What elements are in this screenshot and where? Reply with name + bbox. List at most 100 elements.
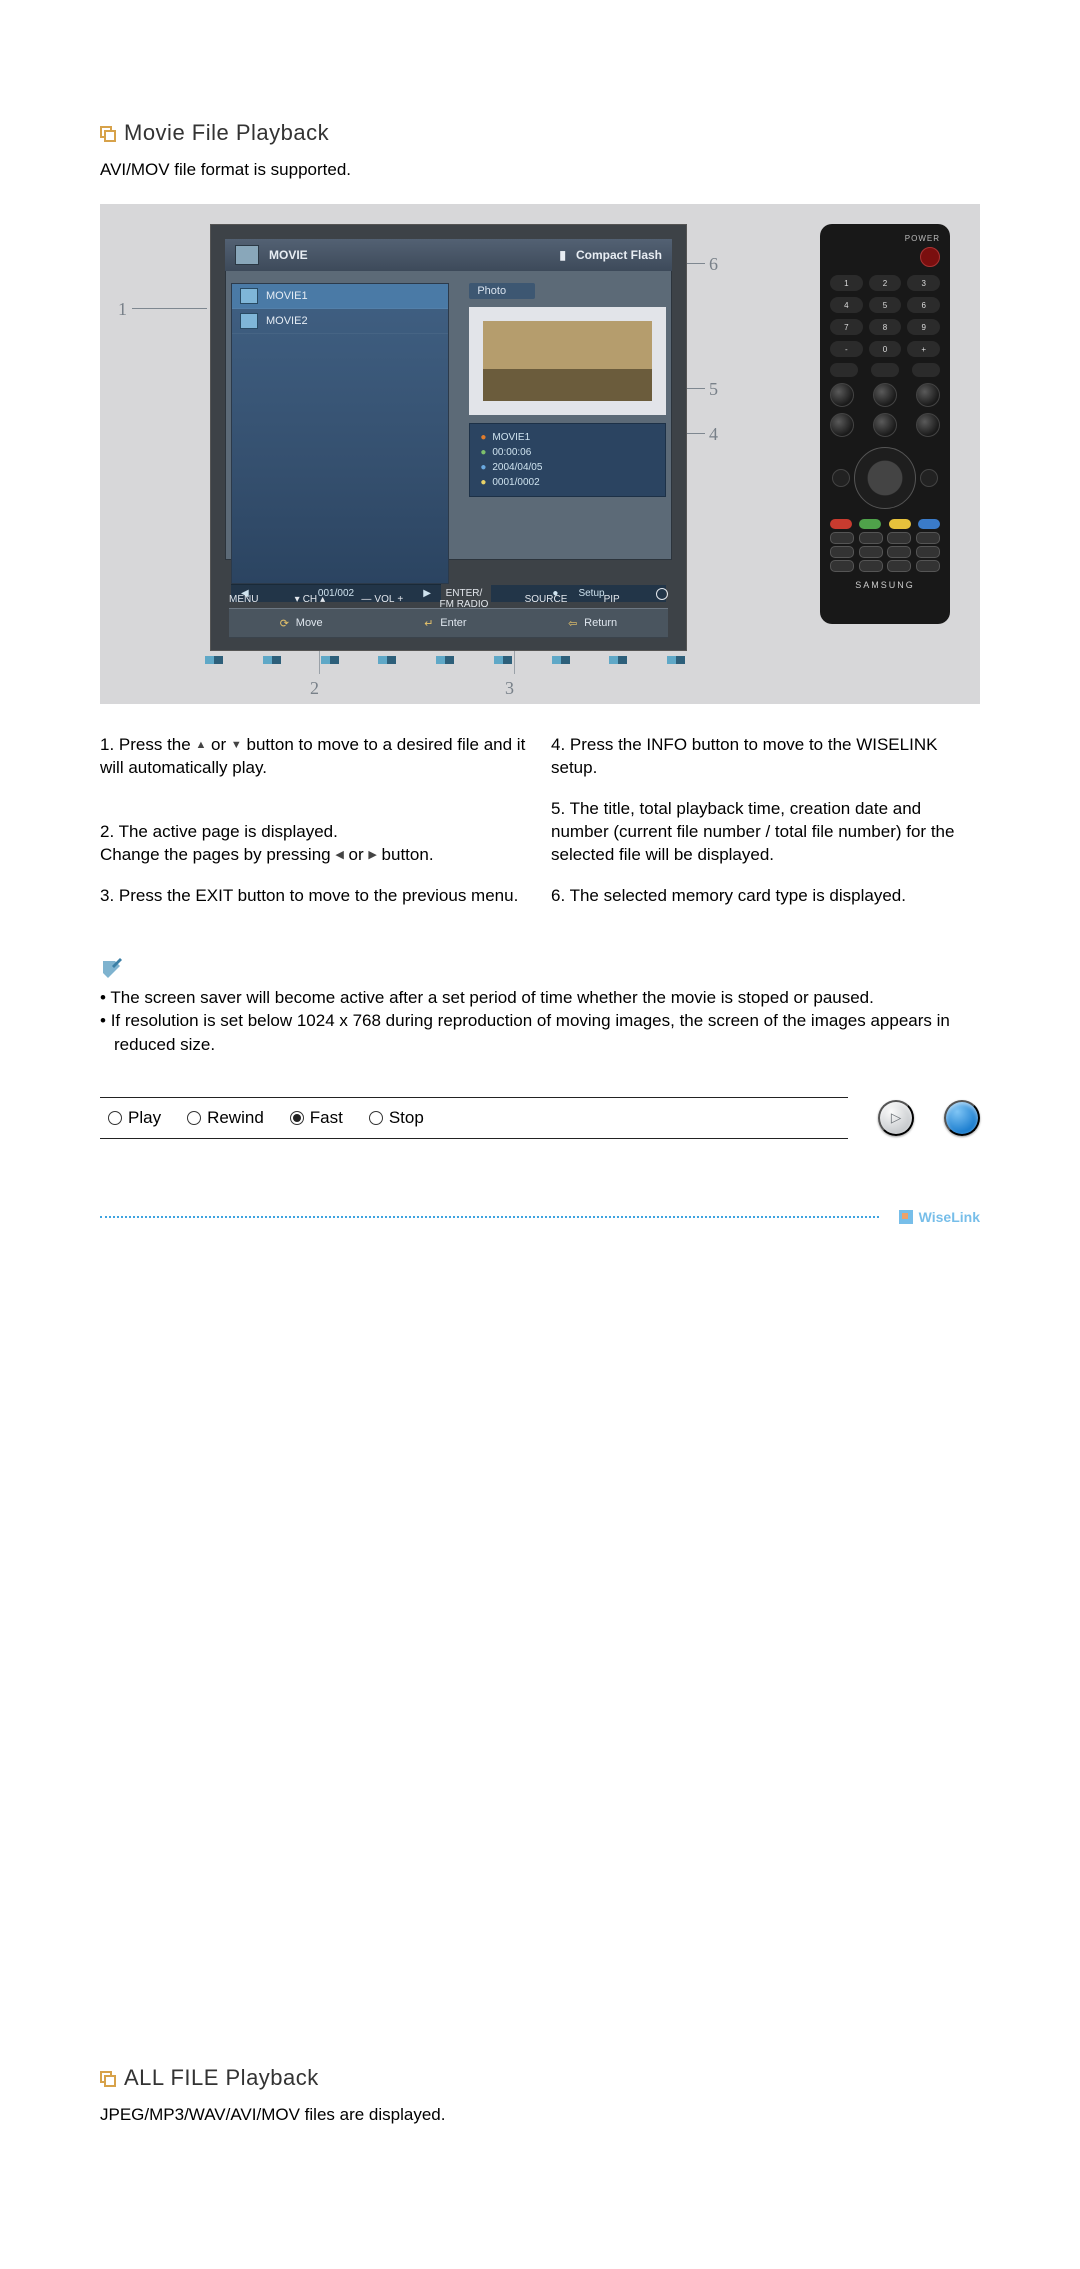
play-triangle-icon: ▷ bbox=[891, 1110, 901, 1126]
step-text: 5. The title, total playback time, creat… bbox=[551, 799, 954, 864]
dotted-divider bbox=[100, 1216, 879, 1218]
up-arrow-icon: ▲ bbox=[195, 738, 206, 753]
remote-brand: SAMSUNG bbox=[830, 580, 940, 590]
tv-hardware-buttons: MENU ▾ CH ▴ — VOL + ENTER/ FM RADIO SOUR… bbox=[229, 588, 668, 610]
remote-ring-button-icon bbox=[830, 413, 854, 437]
step-text: 3. Press the EXIT button to move to the … bbox=[100, 886, 518, 905]
mode-label: MOVIE bbox=[269, 248, 308, 262]
tick-icon bbox=[263, 656, 281, 664]
remote-ring-button-icon bbox=[830, 383, 854, 407]
section-title-movie: Movie File Playback bbox=[100, 120, 980, 146]
playback-option-fast[interactable]: Fast bbox=[290, 1108, 343, 1128]
remote-green-button-icon bbox=[859, 519, 881, 529]
remote-num: 8 bbox=[869, 319, 902, 335]
remote-dpad-wheel-icon bbox=[854, 447, 916, 509]
step-2: 2. The active page is displayed. Change … bbox=[100, 798, 529, 867]
card-icon: ▮ bbox=[559, 248, 566, 262]
remote-num: 5 bbox=[869, 297, 902, 313]
meta-date: 2004/04/05 bbox=[492, 460, 542, 475]
card-label: Compact Flash bbox=[576, 248, 662, 262]
playback-option-play[interactable]: Play bbox=[108, 1108, 161, 1128]
movie-file-icon bbox=[240, 313, 258, 329]
movie-file-icon bbox=[240, 288, 258, 304]
remote-num: 3 bbox=[907, 275, 940, 291]
tick-icon bbox=[321, 656, 339, 664]
wiselink-logo-text: WiseLink bbox=[919, 1209, 980, 1225]
step-5: 5. The title, total playback time, creat… bbox=[551, 798, 980, 867]
radio-icon bbox=[290, 1111, 304, 1125]
remote-num: 4 bbox=[830, 297, 863, 313]
remote-num: + bbox=[907, 341, 940, 357]
section-subtitle: JPEG/MP3/WAV/AVI/MOV files are displayed… bbox=[100, 2105, 980, 2125]
remote-extra-buttons bbox=[830, 519, 940, 572]
file-list: MOVIE1 MOVIE2 bbox=[231, 283, 449, 584]
callout-3: 3 bbox=[505, 678, 514, 699]
wiselink-screenshot-diagram: 1 2 3 4 5 6 MOVIE ▮ Compact Flash bbox=[100, 204, 980, 704]
remote-pill-button-icon bbox=[830, 363, 858, 377]
step-text: 4. Press the INFO button to move to the … bbox=[551, 735, 937, 777]
step-6: 6. The selected memory card type is disp… bbox=[551, 885, 980, 908]
help-return: Return bbox=[584, 617, 617, 629]
heading-square-icon bbox=[100, 2071, 114, 2085]
next-round-button[interactable] bbox=[944, 1100, 980, 1136]
section-title-text: Movie File Playback bbox=[124, 120, 329, 146]
remote-num: 9 bbox=[907, 319, 940, 335]
radio-icon bbox=[187, 1111, 201, 1125]
mode-thumb-icon bbox=[235, 245, 259, 265]
remote-num: 1 bbox=[830, 275, 863, 291]
remote-grey-button-icon bbox=[859, 560, 883, 572]
tick-icon bbox=[378, 656, 396, 664]
file-row: MOVIE2 bbox=[232, 309, 448, 334]
osd-body: MOVIE1 MOVIE2 Photo ●MOVIE1 ●00:00:06 ●2… bbox=[231, 283, 666, 584]
remote-num: 7 bbox=[830, 319, 863, 335]
remote-pill-button-icon bbox=[912, 363, 940, 377]
meta-duration: 00:00:06 bbox=[492, 445, 531, 460]
meta-index: 0001/0002 bbox=[492, 475, 539, 490]
remote-power-label: POWER bbox=[830, 234, 940, 243]
enter-hint-icon bbox=[424, 617, 436, 629]
remote-side-button-icon bbox=[832, 469, 850, 487]
step-4: 4. Press the INFO button to move to the … bbox=[551, 734, 980, 780]
callout-6: 6 bbox=[709, 254, 718, 275]
file-name: MOVIE1 bbox=[266, 290, 308, 302]
preview-thumbnail bbox=[469, 307, 666, 415]
tick-icon bbox=[609, 656, 627, 664]
help-move: Move bbox=[296, 617, 323, 629]
remote-ring-button-icon bbox=[916, 383, 940, 407]
file-meta-box: ●MOVIE1 ●00:00:06 ●2004/04/05 ●0001/0002 bbox=[469, 423, 666, 497]
tick-icon bbox=[552, 656, 570, 664]
file-name: MOVIE2 bbox=[266, 315, 308, 327]
remote-grey-button-icon bbox=[916, 532, 940, 544]
playback-controls-row: Play Rewind Fast Stop ▷ bbox=[100, 1097, 980, 1139]
notes-list: The screen saver will become active afte… bbox=[100, 986, 980, 1057]
step-text: button. bbox=[377, 845, 434, 864]
wiselink-logo: WiseLink bbox=[899, 1209, 980, 1225]
remote-blue-button-icon bbox=[918, 519, 940, 529]
remote-side-button-icon bbox=[920, 469, 938, 487]
remote-grey-button-icon bbox=[830, 546, 854, 558]
remote-grey-button-icon bbox=[887, 532, 911, 544]
right-arrow-icon: ▶ bbox=[368, 848, 376, 863]
step-text: 1. Press the bbox=[100, 735, 195, 754]
radio-label: Play bbox=[128, 1108, 161, 1128]
remote-grey-button-icon bbox=[859, 532, 883, 544]
note-item: The screen saver will become active afte… bbox=[100, 986, 980, 1010]
heading-square-icon bbox=[100, 126, 114, 140]
callout-2: 2 bbox=[310, 678, 319, 699]
radio-label: Fast bbox=[310, 1108, 343, 1128]
prev-round-button[interactable]: ▷ bbox=[878, 1100, 914, 1136]
meta-title: MOVIE1 bbox=[492, 430, 530, 445]
remote-num: 0 bbox=[869, 341, 902, 357]
remote-control: POWER 1 2 3 4 5 6 7 8 9 - 0 + bbox=[820, 224, 950, 624]
step-text: or bbox=[206, 735, 231, 754]
left-arrow-icon: ◀ bbox=[335, 848, 343, 863]
callout-line bbox=[132, 308, 207, 309]
step-text: or bbox=[344, 845, 369, 864]
remote-grey-button-icon bbox=[916, 546, 940, 558]
osd-top-bar: MOVIE ▮ Compact Flash bbox=[225, 239, 672, 271]
playback-option-rewind[interactable]: Rewind bbox=[187, 1108, 264, 1128]
tick-icon bbox=[205, 656, 223, 664]
playback-option-stop[interactable]: Stop bbox=[369, 1108, 424, 1128]
tv-button-tick-row bbox=[205, 656, 685, 664]
tv-btn-pip: PIP bbox=[604, 588, 620, 610]
